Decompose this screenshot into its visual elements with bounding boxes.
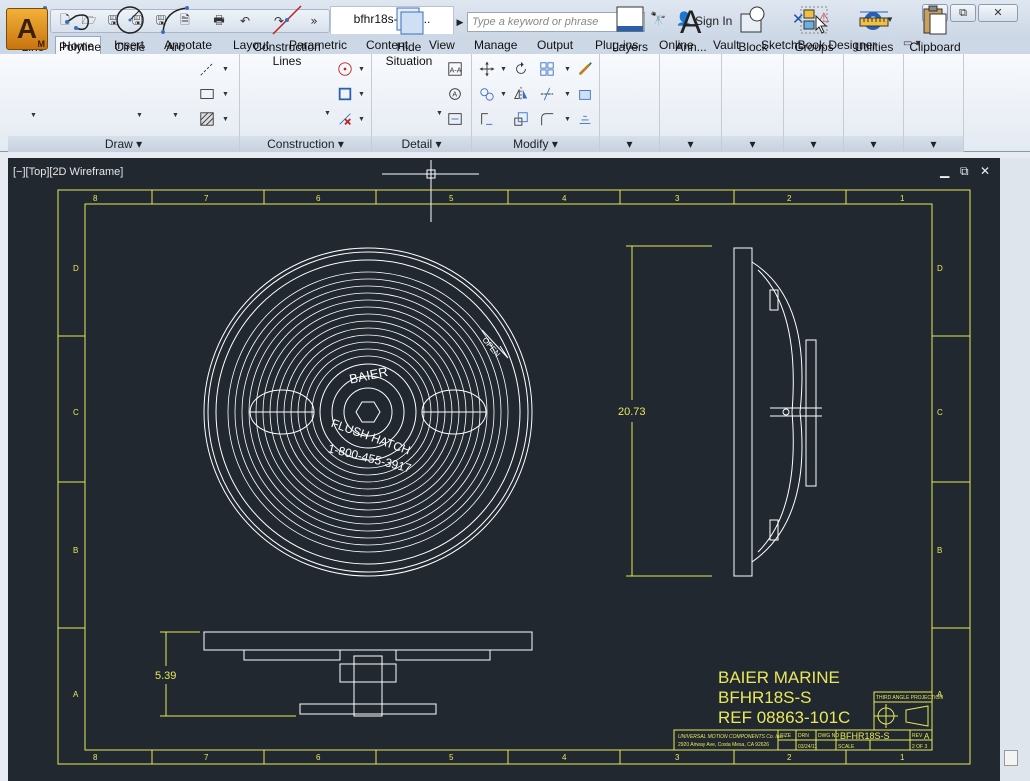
- projection-label: THIRD ANGLE PROJECTION: [876, 695, 943, 701]
- zone-label: C: [937, 408, 943, 417]
- zone-label: 4: [562, 753, 567, 762]
- right-edge-panel: [1000, 158, 1030, 781]
- app-logo-letter: A: [16, 13, 38, 44]
- height-dimension-text: 20.73: [618, 406, 646, 418]
- hatch-brand-text: BAIER: [348, 364, 389, 387]
- block-date-text: 03/24/11: [798, 744, 817, 750]
- title-part-number-text: BFHR18S-S: [718, 688, 812, 707]
- block-size-label: SIZE: [780, 733, 792, 739]
- block-drn-label: DRN: [798, 733, 809, 739]
- depth-dimension-text: 5.39: [155, 670, 176, 682]
- block-rev-label: REV: [912, 733, 923, 739]
- title-company-text: BAIER MARINE: [718, 668, 840, 687]
- block-scale-label: SCALE: [838, 744, 855, 750]
- zone-label: C: [73, 408, 79, 417]
- zone-label: B: [73, 546, 78, 555]
- zone-label: 7: [204, 753, 209, 762]
- zone-label: 1: [900, 194, 905, 203]
- zone-label: 6: [316, 753, 321, 762]
- zone-label: 2: [787, 753, 792, 762]
- block-address-text: 2920 Airway Ave, Costa Mesa, CA 92626: [678, 742, 769, 748]
- zone-label: A: [73, 690, 79, 699]
- app-logo-sub: M: [37, 39, 46, 49]
- autocad-window: { "app": {"logo_letter": "A", "logo_sub"…: [0, 0, 1030, 781]
- zone-label: 6: [316, 194, 321, 203]
- zone-label: B: [937, 546, 942, 555]
- cad-drawing: 8 7 6 5 4 3 2 18 7 6 5 4 3 2 1DCBADCBA BAIER FLUSH HAT…: [57, 160, 971, 765]
- block-rev-text: A: [924, 732, 930, 741]
- zone-label: 8: [93, 194, 98, 203]
- hatch-front-view: [203, 247, 533, 577]
- block-dwg-no-text: BFHR18S-S: [840, 731, 890, 741]
- zone-label: 2: [787, 194, 792, 203]
- hatch-side-view: [733, 247, 822, 577]
- zone-label: D: [937, 264, 943, 273]
- dimension-lines: [160, 245, 712, 717]
- zone-label: 1: [900, 753, 905, 762]
- block-company-text: UNIVERSAL MOTION COMPONENTS Co. Inc.: [678, 734, 783, 740]
- vertical-scrollbar-thumb[interactable]: [1004, 750, 1018, 766]
- block-sheet-text: 2 OF 3: [912, 744, 928, 750]
- application-menu-button[interactable]: AM: [6, 8, 48, 50]
- crosshair-cursor-icon: [382, 160, 479, 222]
- zone-label: 5: [449, 753, 454, 762]
- zone-label: 4: [562, 194, 567, 203]
- block-dwg-no-label: DWG NO: [818, 733, 839, 739]
- zone-label: 5: [449, 194, 454, 203]
- hatch-top-view: [203, 631, 533, 717]
- zone-label: 3: [675, 194, 680, 203]
- zone-label: 8: [93, 753, 98, 762]
- zone-label: 7: [204, 194, 209, 203]
- zone-label: 3: [675, 753, 680, 762]
- zone-label: D: [73, 264, 79, 273]
- title-reference-text: REF 08863-101C: [718, 708, 850, 727]
